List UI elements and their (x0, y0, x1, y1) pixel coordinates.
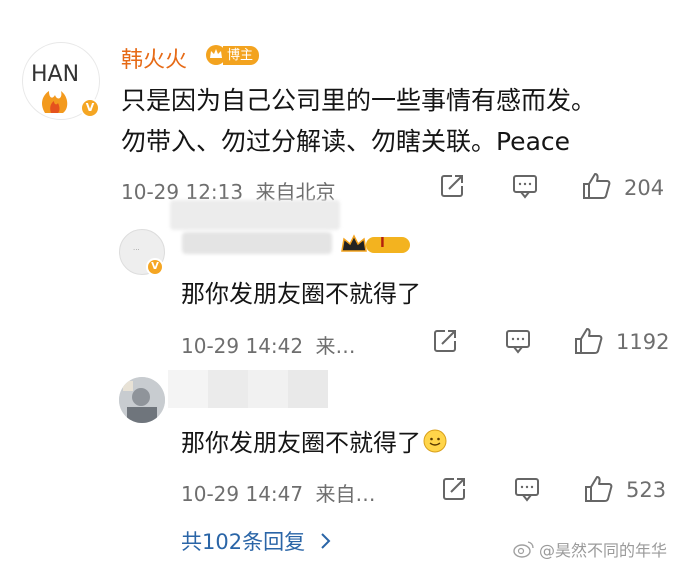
comment-icon[interactable] (511, 172, 539, 200)
reply-text: 那你发朋友圈不就得了 (181, 423, 447, 458)
reply-location: 来自… (315, 482, 376, 506)
more-replies-label: 共102条回复 (181, 530, 306, 554)
reply-text: 那你发朋友圈不就得了 (181, 280, 421, 308)
comment-icon[interactable] (504, 327, 532, 355)
share-icon[interactable] (431, 327, 459, 355)
like-icon[interactable] (583, 474, 615, 504)
post-line: 勿带入、勿过分解读、勿瞎关联。Peace (121, 127, 571, 156)
like-icon[interactable] (581, 171, 613, 201)
share-icon[interactable] (440, 475, 468, 503)
comment-icon[interactable] (513, 475, 541, 503)
reply-location: 来… (315, 334, 356, 358)
verified-badge: V (146, 258, 164, 276)
blogger-badge: 博主 (205, 44, 260, 66)
reply-timestamp: 10-29 14:42 来… (181, 330, 355, 359)
smile-emoji-icon (423, 429, 447, 452)
watermark: @昊然不同的年华 (513, 537, 667, 561)
verified-badge: V (80, 98, 100, 118)
top-cutoff-icon (598, 0, 668, 4)
like-count: 1192 (616, 330, 670, 354)
level-badge-label: I (380, 236, 385, 251)
like-count: 204 (624, 176, 665, 200)
weibo-logo-icon (513, 541, 534, 558)
reply-time: 10-29 14:47 (181, 482, 304, 506)
redacted-username (168, 370, 328, 408)
reply-timestamp: 10-29 14:47 来自… (181, 478, 375, 507)
blogger-badge-label: 博主 (223, 45, 260, 65)
svg-text:...: ... (133, 244, 140, 252)
post-content: 只是因为自己公司里的一些事情有感而发。 勿带入、勿过分解读、勿瞎关联。Peace (121, 80, 681, 162)
avatar-text: HAN (31, 62, 79, 87)
redacted-username (170, 200, 340, 230)
like-icon[interactable] (573, 326, 605, 356)
chevron-right-icon (321, 533, 331, 549)
more-replies-link[interactable]: 共102条回复 (181, 526, 335, 556)
redacted-username (182, 232, 332, 254)
author-name[interactable]: 韩火火 (121, 42, 187, 74)
level-badge: I (340, 234, 412, 256)
like-count: 523 (626, 478, 667, 502)
reply-time: 10-29 14:42 (181, 334, 304, 358)
post-line: 只是因为自己公司里的一些事情有感而发。 (121, 86, 597, 115)
reply-text-content: 那你发朋友圈不就得了 (181, 429, 421, 457)
watermark-text: @昊然不同的年华 (539, 541, 668, 560)
reply-avatar[interactable] (119, 377, 165, 423)
share-icon[interactable] (438, 172, 466, 200)
